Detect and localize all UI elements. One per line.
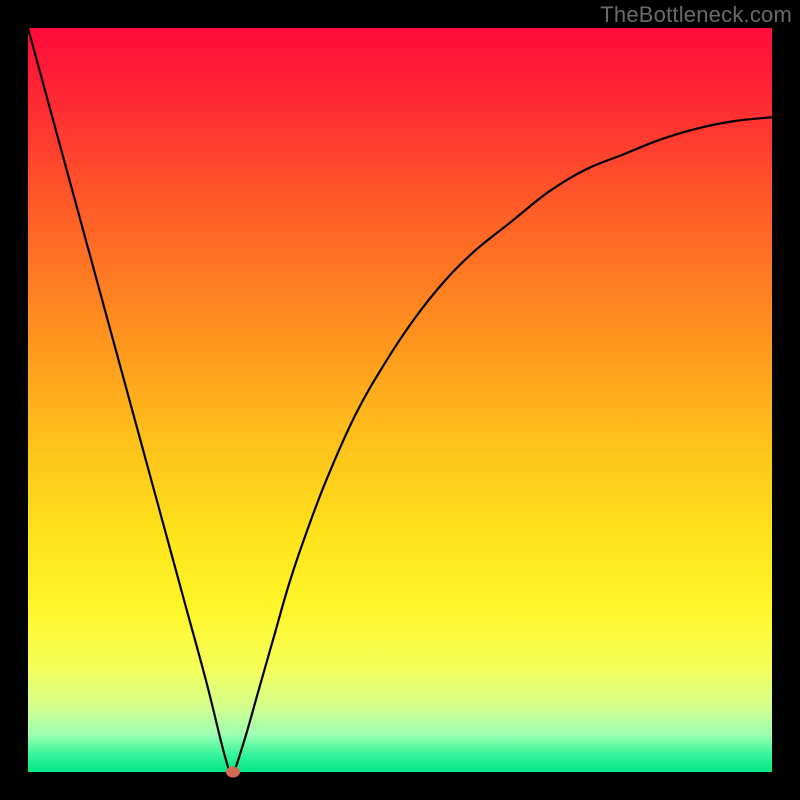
- chart-svg: [28, 28, 772, 772]
- watermark-text: TheBottleneck.com: [600, 2, 792, 28]
- chart-frame: TheBottleneck.com: [0, 0, 800, 800]
- chart-plot-area: [28, 28, 772, 772]
- optimal-point-marker: [226, 767, 240, 778]
